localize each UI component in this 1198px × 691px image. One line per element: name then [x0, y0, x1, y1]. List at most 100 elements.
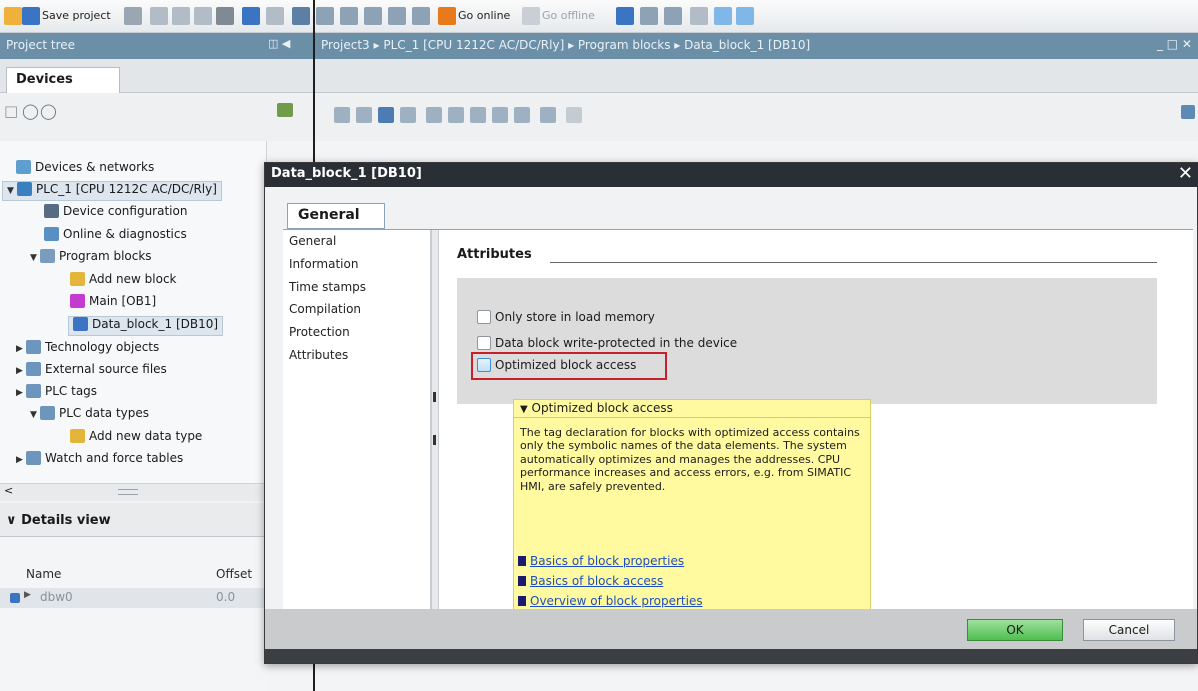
- save-project-button[interactable]: Save project: [42, 9, 111, 22]
- monitor-all-icon[interactable]: [540, 107, 556, 123]
- new-icon[interactable]: □: [4, 102, 18, 120]
- optimized-block-access-checkbox[interactable]: Optimized block access: [477, 358, 636, 372]
- tree-horizontal-scrollbar[interactable]: <: [0, 483, 267, 501]
- add-row-icon[interactable]: [356, 107, 372, 123]
- download-icon[interactable]: [316, 7, 334, 25]
- splitter-grip-icon[interactable]: [433, 392, 436, 402]
- nav-item-time-stamps[interactable]: Time stamps: [289, 280, 366, 294]
- checkbox[interactable]: [477, 336, 491, 350]
- tree-item-technology-objects[interactable]: ▶ Technology objects: [16, 340, 159, 360]
- chevron-down-icon[interactable]: ▼: [520, 404, 528, 415]
- glasses-icon[interactable]: [566, 107, 582, 123]
- cross-reference-icon[interactable]: [616, 7, 634, 25]
- tree-item-online-diagnostics[interactable]: Online & diagnostics: [44, 227, 187, 247]
- tile-horizontal-icon[interactable]: [714, 7, 732, 25]
- settings-icon[interactable]: [1181, 105, 1195, 119]
- undo-icon[interactable]: [242, 7, 260, 25]
- link-overview-block-properties[interactable]: Overview of block properties: [518, 594, 703, 608]
- expand-arrow-icon[interactable]: ▶: [16, 366, 26, 376]
- simulation-icon[interactable]: [364, 7, 382, 25]
- cancel-button[interactable]: Cancel: [1083, 619, 1175, 641]
- close-icon[interactable]: ✕: [1178, 163, 1193, 184]
- open-editor-icon[interactable]: [277, 103, 293, 117]
- tree-item-add-new-data-type[interactable]: Add new data type: [70, 429, 202, 449]
- details-view-header[interactable]: ∨ Details view: [0, 503, 267, 537]
- tree-item-external-source-files[interactable]: ▶ External source files: [16, 362, 167, 382]
- tree-item-plc-tags[interactable]: ▶ PLC tags: [16, 384, 97, 404]
- write-protected-checkbox[interactable]: Data block write-protected in the device: [477, 336, 737, 350]
- nav-item-information[interactable]: Information: [289, 257, 358, 271]
- split-horizontal-icon[interactable]: [640, 7, 658, 25]
- monitor-icon[interactable]: [388, 7, 406, 25]
- expand-arrow-icon[interactable]: ▶: [24, 590, 31, 600]
- tree-item-watch-force-tables[interactable]: ▶ Watch and force tables: [16, 451, 183, 471]
- collapse-all-icon[interactable]: [400, 107, 416, 123]
- snapshot-icon[interactable]: [426, 107, 442, 123]
- scroll-left-icon[interactable]: <: [4, 484, 13, 497]
- go-online-icon[interactable]: [438, 7, 456, 25]
- new-project-icon[interactable]: [4, 7, 22, 25]
- breadcrumb-text[interactable]: Project3 ▸ PLC_1 [CPU 1212C AC/DC/Rly] ▸…: [321, 38, 810, 52]
- link-basics-block-properties[interactable]: Basics of block properties: [518, 554, 684, 568]
- redo-icon[interactable]: [266, 7, 284, 25]
- delete-icon[interactable]: [216, 7, 234, 25]
- nav-item-compilation[interactable]: Compilation: [289, 302, 361, 316]
- checkbox[interactable]: [477, 358, 491, 372]
- collapse-arrow-icon[interactable]: ▼: [7, 186, 17, 196]
- tree-item-device-configuration[interactable]: Device configuration: [44, 204, 187, 224]
- tree-item-devices-networks[interactable]: Devices & networks: [16, 160, 154, 180]
- tooltip-header[interactable]: ▼ Optimized block access: [514, 400, 870, 418]
- tree-item-program-blocks[interactable]: ▼ Program blocks: [30, 249, 152, 269]
- pane-splitter[interactable]: [431, 230, 439, 614]
- scroll-grip-icon[interactable]: [118, 489, 138, 495]
- cut-icon[interactable]: [150, 7, 168, 25]
- column-header-offset[interactable]: Offset: [216, 567, 252, 581]
- split-vertical-icon[interactable]: [664, 7, 682, 25]
- window-controls-icon[interactable]: _ □ ✕: [1157, 37, 1192, 51]
- copy-icon[interactable]: [172, 7, 190, 25]
- tab-devices[interactable]: Devices: [6, 67, 120, 93]
- only-store-load-memory-checkbox[interactable]: Only store in load memory: [477, 310, 655, 324]
- tab-general[interactable]: General: [287, 203, 385, 229]
- expand-arrow-icon[interactable]: ▶: [16, 388, 26, 398]
- collapse-tree-icon[interactable]: ◫ ◀: [268, 37, 290, 50]
- expand-arrow-icon[interactable]: ▶: [16, 344, 26, 354]
- splitter-grip-icon[interactable]: [433, 435, 436, 445]
- nav-item-protection[interactable]: Protection: [289, 325, 350, 339]
- back-icon[interactable]: ◯: [22, 102, 39, 120]
- copy-snapshot-icon[interactable]: [448, 107, 464, 123]
- close-editor-icon[interactable]: [690, 7, 708, 25]
- tree-item-data-block-1[interactable]: Data_block_1 [DB10]: [68, 316, 224, 336]
- tree-item-plc[interactable]: ▼ PLC_1 [CPU 1212C AC/DC/Rly]: [2, 181, 222, 201]
- tile-vertical-icon[interactable]: [736, 7, 754, 25]
- column-header-name[interactable]: Name: [26, 567, 61, 581]
- insert-row-icon[interactable]: [334, 107, 350, 123]
- save-icon[interactable]: [22, 7, 40, 25]
- print-icon[interactable]: [124, 7, 142, 25]
- accessible-devices-icon[interactable]: [412, 7, 430, 25]
- paste-icon[interactable]: [194, 7, 212, 25]
- ok-button[interactable]: OK: [967, 619, 1063, 641]
- expand-arrow-icon[interactable]: ▶: [16, 455, 26, 465]
- tree-item-add-new-block[interactable]: Add new block: [70, 272, 177, 292]
- collapse-arrow-icon[interactable]: ▼: [30, 410, 40, 420]
- initialize-icon[interactable]: [492, 107, 508, 123]
- nav-item-general[interactable]: General: [289, 234, 336, 248]
- link-basics-block-access[interactable]: Basics of block access: [518, 574, 663, 588]
- nav-item-attributes[interactable]: Attributes: [289, 348, 348, 362]
- go-online-button[interactable]: Go online: [458, 9, 510, 22]
- tree-item-main-ob1[interactable]: Main [OB1]: [70, 294, 156, 314]
- collapse-arrow-icon[interactable]: ▼: [30, 253, 40, 263]
- load-snapshot-icon[interactable]: [470, 107, 486, 123]
- compile-icon[interactable]: [292, 7, 310, 25]
- forward-icon[interactable]: ◯: [40, 102, 57, 120]
- dialog-title-bar[interactable]: Data_block_1 [DB10] ✕: [265, 163, 1198, 187]
- expand-all-icon[interactable]: [378, 107, 394, 123]
- tree-item-plc-data-types[interactable]: ▼ PLC data types: [30, 406, 149, 426]
- upload-icon[interactable]: [340, 7, 358, 25]
- table-row[interactable]: ▶ dbw0 0.0: [0, 588, 267, 608]
- checkbox[interactable]: [477, 310, 491, 324]
- folder-icon: [26, 340, 41, 354]
- tooltip-text: The tag declaration for blocks with opti…: [520, 426, 860, 493]
- list-view-icon[interactable]: [514, 107, 530, 123]
